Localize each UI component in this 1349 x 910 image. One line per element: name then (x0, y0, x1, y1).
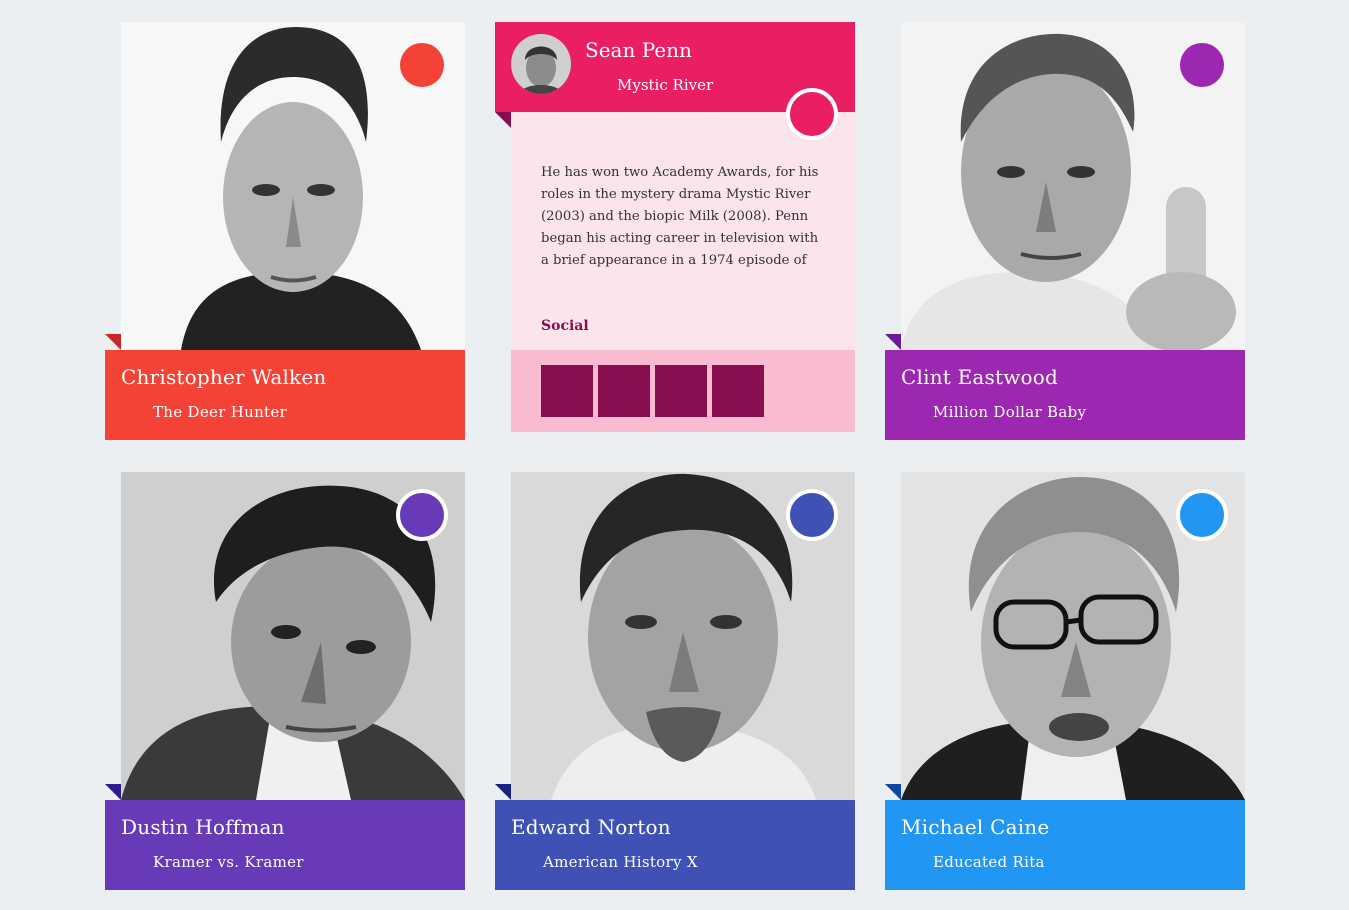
movie-title: The Deer Hunter (153, 403, 288, 421)
card-label: Michael Caine Educated Rita (885, 800, 1245, 890)
corner-fold (885, 784, 901, 800)
corner-fold (495, 112, 511, 128)
card-sean-penn[interactable]: Sean Penn Mystic River He has won two Ac… (495, 22, 855, 440)
toggle-button[interactable] (786, 88, 838, 140)
corner-fold (885, 334, 901, 350)
card-label: Clint Eastwood Million Dollar Baby (885, 350, 1245, 440)
toggle-button[interactable] (400, 43, 444, 87)
card-edward-norton[interactable]: Edward Norton American History X (495, 472, 855, 890)
corner-fold (105, 334, 121, 350)
corner-fold (495, 784, 511, 800)
actor-name: Sean Penn (585, 38, 692, 62)
movie-title: Million Dollar Baby (933, 403, 1087, 421)
card-label: Dustin Hoffman Kramer vs. Kramer (105, 800, 465, 890)
card-label: Christopher Walken The Deer Hunter (105, 350, 465, 440)
actor-name: Clint Eastwood (901, 365, 1058, 389)
card-label: Edward Norton American History X (495, 800, 855, 890)
toggle-button[interactable] (786, 489, 838, 541)
toggle-button[interactable] (1176, 489, 1228, 541)
social-button-4[interactable] (712, 365, 764, 417)
actor-name: Christopher Walken (121, 365, 327, 389)
toggle-button[interactable] (1180, 43, 1224, 87)
corner-fold (105, 784, 121, 800)
actor-name: Dustin Hoffman (121, 815, 285, 839)
avatar (511, 34, 571, 94)
card-michael-caine[interactable]: Michael Caine Educated Rita (885, 472, 1245, 890)
movie-title: American History X (543, 853, 698, 871)
actor-name: Edward Norton (511, 815, 671, 839)
toggle-button[interactable] (396, 489, 448, 541)
bio-text: He has won two Academy Awards, for his r… (541, 165, 819, 268)
card-clint-eastwood[interactable]: Clint Eastwood Million Dollar Baby (885, 22, 1245, 440)
movie-title: Mystic River (617, 76, 714, 94)
social-button-2[interactable] (598, 365, 650, 417)
bio-panel: He has won two Academy Awards, for his r… (511, 112, 855, 350)
movie-title: Kramer vs. Kramer (153, 853, 304, 871)
card-christopher-walken[interactable]: Christopher Walken The Deer Hunter (105, 22, 465, 440)
card-dustin-hoffman[interactable]: Dustin Hoffman Kramer vs. Kramer (105, 472, 465, 890)
social-button-1[interactable] (541, 365, 593, 417)
movie-title: Educated Rita (933, 853, 1045, 871)
social-button-3[interactable] (655, 365, 707, 417)
social-bar (511, 350, 855, 432)
actor-name: Michael Caine (901, 815, 1050, 839)
social-heading: Social (541, 318, 589, 334)
